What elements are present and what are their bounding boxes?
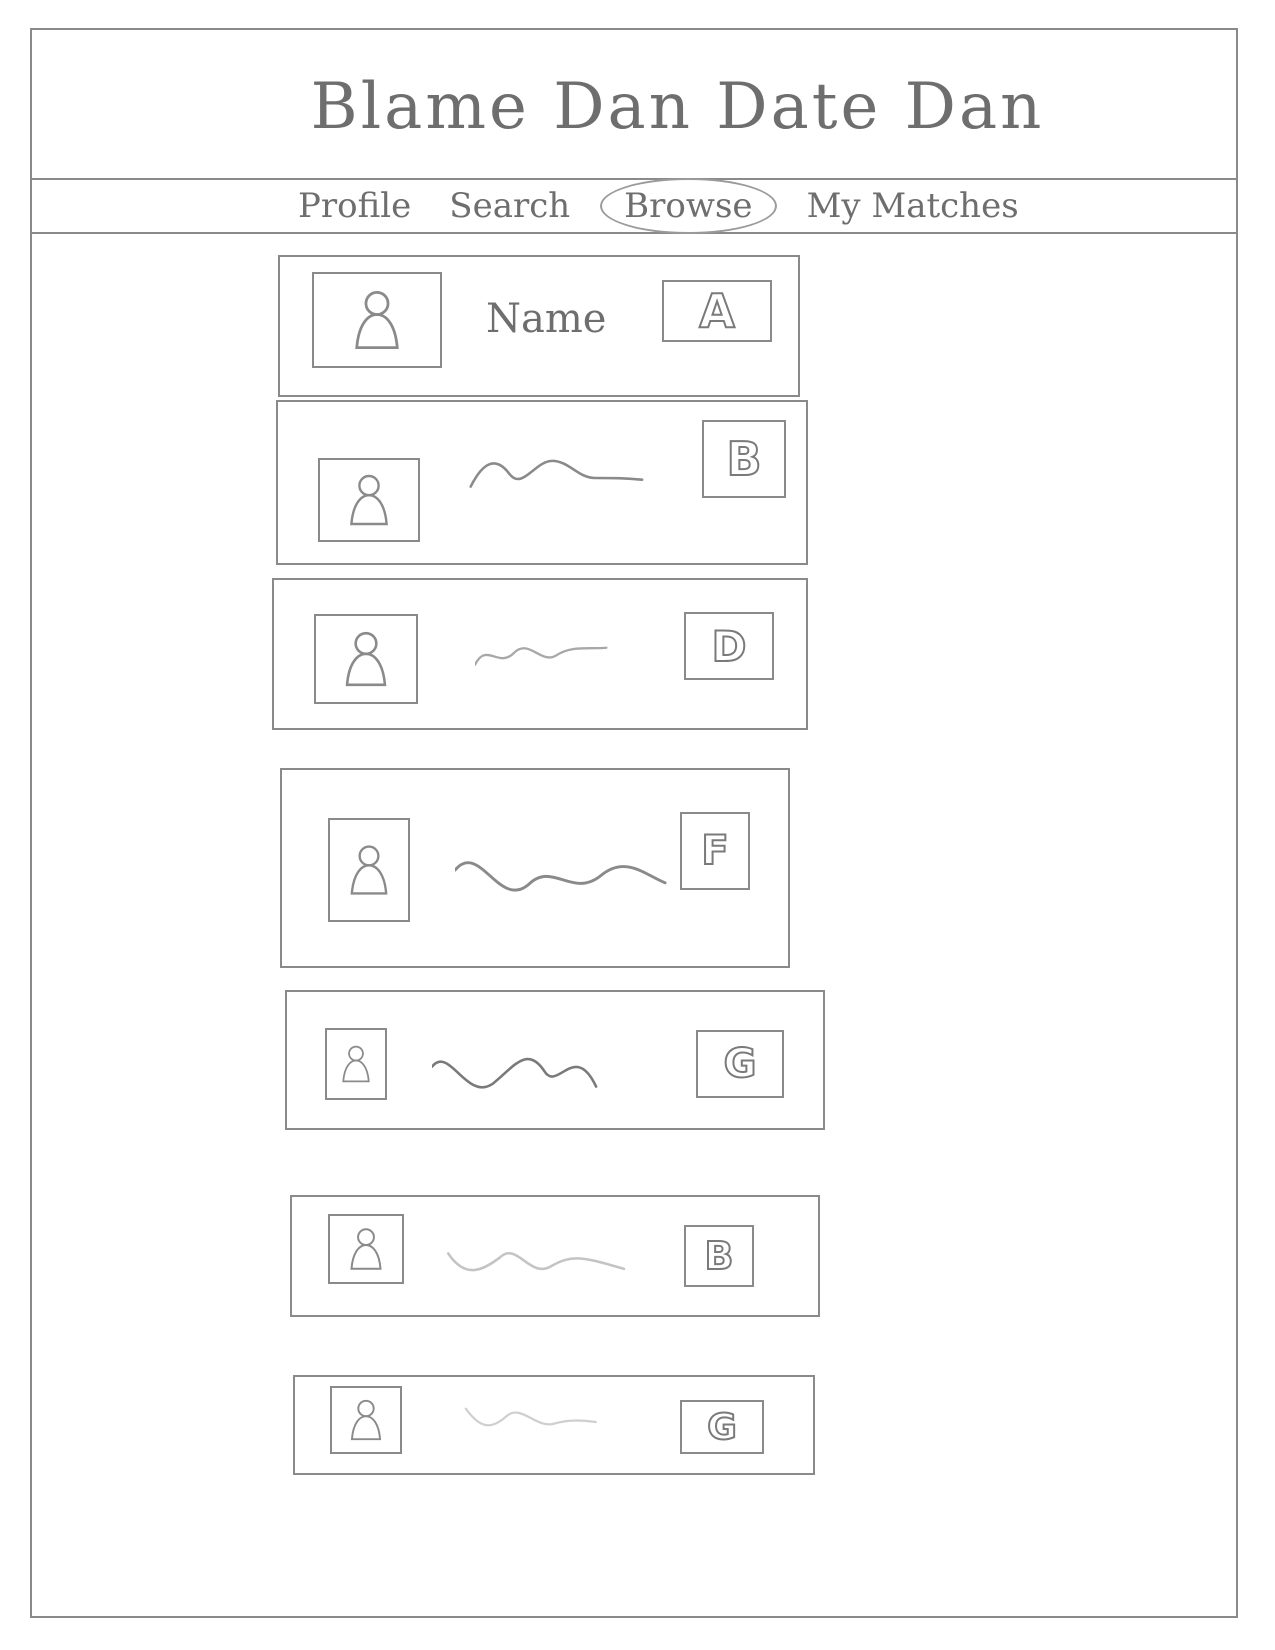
profile-name-placeholder (446, 1251, 626, 1272)
profile-name-placeholder (475, 646, 608, 666)
profile-photo[interactable] (328, 818, 410, 922)
match-grade-badge: B (684, 1225, 754, 1287)
profile-photo[interactable] (312, 272, 442, 368)
person-icon (330, 1216, 402, 1282)
profile-name: Name (486, 296, 607, 342)
person-icon (320, 460, 418, 540)
person-icon (314, 274, 440, 366)
person-icon (316, 616, 416, 702)
profile-name-placeholder (469, 459, 644, 488)
profile-list: Name A B D F G B G (0, 0, 1275, 1650)
profile-photo[interactable] (330, 1386, 402, 1454)
match-grade-badge: D (684, 612, 774, 680)
person-icon (327, 1030, 385, 1098)
profile-photo[interactable] (318, 458, 420, 542)
match-grade-badge: B (702, 420, 786, 498)
profile-photo[interactable] (328, 1214, 404, 1284)
profile-photo[interactable] (314, 614, 418, 704)
match-grade-badge: G (696, 1030, 784, 1098)
match-grade-badge: F (680, 812, 750, 890)
person-icon (330, 820, 408, 920)
profile-photo[interactable] (325, 1028, 387, 1100)
profile-name-placeholder (432, 1057, 598, 1089)
profile-name-placeholder (455, 861, 667, 892)
person-icon (332, 1388, 400, 1452)
profile-name-placeholder (464, 1407, 597, 1427)
match-grade-badge: G (680, 1400, 764, 1454)
match-grade-badge: A (662, 280, 772, 342)
